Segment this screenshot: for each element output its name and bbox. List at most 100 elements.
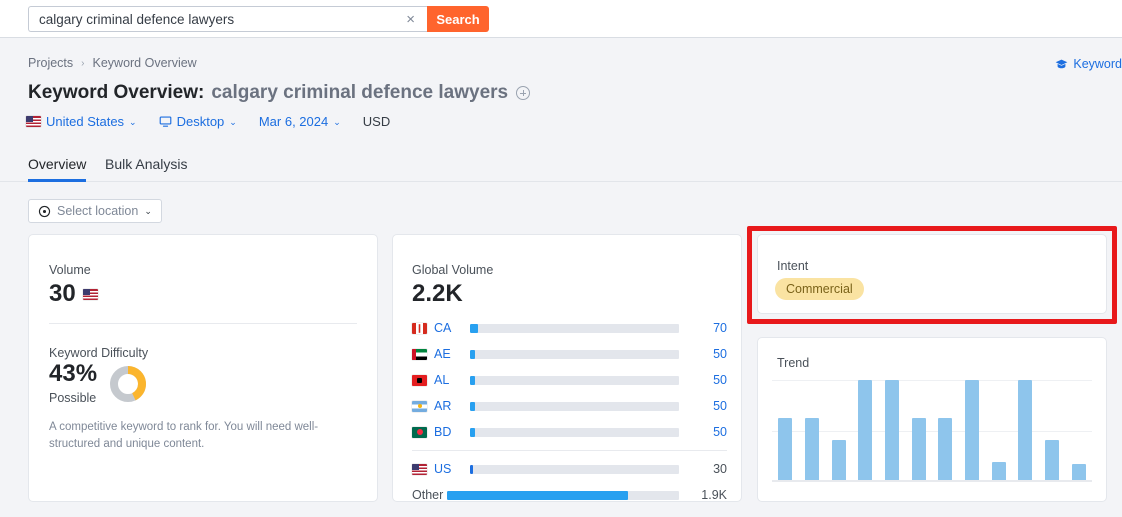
country-filter-label: United States <box>46 114 125 129</box>
graduation-cap-icon <box>1056 59 1068 68</box>
search-button[interactable]: Search <box>427 6 489 32</box>
trend-bar-slot[interactable] <box>959 380 986 480</box>
search-form: × Search <box>28 6 489 32</box>
trend-bar <box>991 462 1006 480</box>
trend-bar-slot[interactable] <box>1039 380 1066 480</box>
country-code-label: AR <box>434 399 452 413</box>
volume-bar-fill <box>470 401 476 411</box>
global-volume-row[interactable]: AR 50 <box>412 393 727 419</box>
trend-bar-slot[interactable] <box>825 380 852 480</box>
tab-bar: Overview Bulk Analysis <box>0 152 1122 182</box>
date-filter-label: Mar 6, 2024 <box>258 114 329 129</box>
axis-baseline <box>772 480 1092 482</box>
global-volume-row[interactable]: Other 1.9K <box>412 482 727 508</box>
volume-bar-fill <box>470 427 476 437</box>
trend-bar-slot[interactable] <box>932 380 959 480</box>
intent-label: Intent <box>777 259 809 273</box>
trend-bar <box>911 418 926 480</box>
global-volume-country-list: CA 70 AE 50 AL 50 AR 50 BD 50 US 30 Other 1.9K <box>412 315 727 508</box>
clear-icon[interactable]: × <box>402 12 419 27</box>
volume-label: Volume <box>49 263 91 277</box>
global-volume-row[interactable]: AE 50 <box>412 341 727 367</box>
volume-bar-track <box>470 323 679 333</box>
trend-bar-slot[interactable] <box>852 380 879 480</box>
volume-bar-fill <box>470 375 476 385</box>
volume-value: 30 <box>49 280 76 307</box>
trend-card: Trend <box>757 337 1107 502</box>
country-code-label: Other <box>412 488 444 502</box>
trend-bar-slot[interactable] <box>799 380 826 480</box>
device-filter[interactable]: Desktop ⌄ <box>159 114 237 129</box>
search-input-container[interactable]: × <box>28 6 427 32</box>
ae-flag-icon <box>412 348 427 360</box>
device-filter-label: Desktop <box>176 114 225 129</box>
volume-value-label: 70 <box>713 321 727 335</box>
chevron-right-icon: › <box>81 57 85 69</box>
volume-bar-fill <box>470 349 476 359</box>
global-volume-row[interactable]: BD 50 <box>412 419 727 445</box>
country-code-label: AE <box>434 347 451 361</box>
tab-overview[interactable]: Overview <box>28 152 87 182</box>
divider <box>49 323 357 324</box>
volume-bar-track <box>470 464 679 474</box>
add-keyword-icon[interactable] <box>516 86 531 100</box>
us-flag-icon <box>82 288 98 300</box>
filter-row: United States ⌄ Desktop ⌄ Mar 6, 2024 ⌄ … <box>26 114 390 129</box>
volume-bar-track <box>470 375 679 385</box>
page-title-keyword: calgary criminal defence lawyers <box>211 82 509 103</box>
top-search-bar: × Search <box>0 0 1122 38</box>
volume-value-label: 50 <box>713 399 727 413</box>
intent-badge[interactable]: Commercial <box>775 278 864 300</box>
breadcrumb-item-keyword-overview[interactable]: Keyword Overview <box>93 56 197 70</box>
search-input[interactable] <box>39 11 403 27</box>
al-flag-icon <box>412 374 427 386</box>
volume-value-label: 50 <box>713 347 727 361</box>
monitor-icon <box>159 116 171 127</box>
chevron-down-icon: ⌄ <box>129 117 137 127</box>
page-title: Keyword Overview: calgary criminal defen… <box>28 82 531 104</box>
us-flag-icon <box>412 463 427 475</box>
trend-bar-slot[interactable] <box>1065 380 1092 480</box>
trend-bar-slot[interactable] <box>879 380 906 480</box>
trend-bar <box>885 380 900 480</box>
select-location-label: Select location <box>57 204 139 218</box>
page-title-prefix: Keyword Overview: <box>28 82 205 103</box>
volume-bar-track <box>470 401 679 411</box>
trend-bar <box>831 440 846 480</box>
keyword-help-link-label: Keyword <box>1073 57 1122 71</box>
currency-label: USD <box>363 114 390 129</box>
volume-bar-fill <box>470 323 478 333</box>
breadcrumb-item-projects[interactable]: Projects <box>28 56 73 70</box>
ca-flag-icon <box>412 322 427 334</box>
keyword-difficulty-status: Possible <box>49 391 97 405</box>
trend-bar-slot[interactable] <box>1012 380 1039 480</box>
global-volume-row[interactable]: CA 70 <box>412 315 727 341</box>
trend-bar-slot[interactable] <box>905 380 932 480</box>
country-filter[interactable]: United States ⌄ <box>26 114 137 129</box>
volume-value-row: 30 <box>49 280 98 308</box>
global-volume-row[interactable]: US 30 <box>412 456 727 482</box>
chevron-down-icon: ⌄ <box>333 117 341 127</box>
bd-flag-icon <box>412 426 427 438</box>
volume-card: Volume 30 Keyword Difficulty 43% Possibl… <box>28 234 378 502</box>
tab-bulk-analysis[interactable]: Bulk Analysis <box>105 152 187 182</box>
trend-bar-slot[interactable] <box>772 380 799 480</box>
ar-flag-icon <box>412 400 427 412</box>
volume-value-label: 50 <box>713 425 727 439</box>
volume-bar-fill <box>447 490 629 500</box>
select-location-dropdown[interactable]: Select location ⌄ <box>28 199 162 223</box>
keyword-help-link[interactable]: Keyword <box>1055 57 1122 71</box>
global-volume-row[interactable]: AL 50 <box>412 367 727 393</box>
trend-bar <box>778 418 793 480</box>
chevron-down-icon: ⌄ <box>229 117 237 127</box>
chevron-down-icon: ⌄ <box>144 205 152 216</box>
keyword-difficulty-row: 43% Possible <box>49 362 148 405</box>
date-filter[interactable]: Mar 6, 2024 ⌄ <box>259 114 341 129</box>
trend-bar <box>858 380 873 480</box>
breadcrumb: Projects › Keyword Overview <box>28 56 197 70</box>
country-code-label: BD <box>434 425 452 439</box>
divider <box>412 450 727 451</box>
trend-bar-slot[interactable] <box>985 380 1012 480</box>
keyword-difficulty-donut-chart <box>110 365 147 402</box>
trend-label: Trend <box>777 356 810 370</box>
